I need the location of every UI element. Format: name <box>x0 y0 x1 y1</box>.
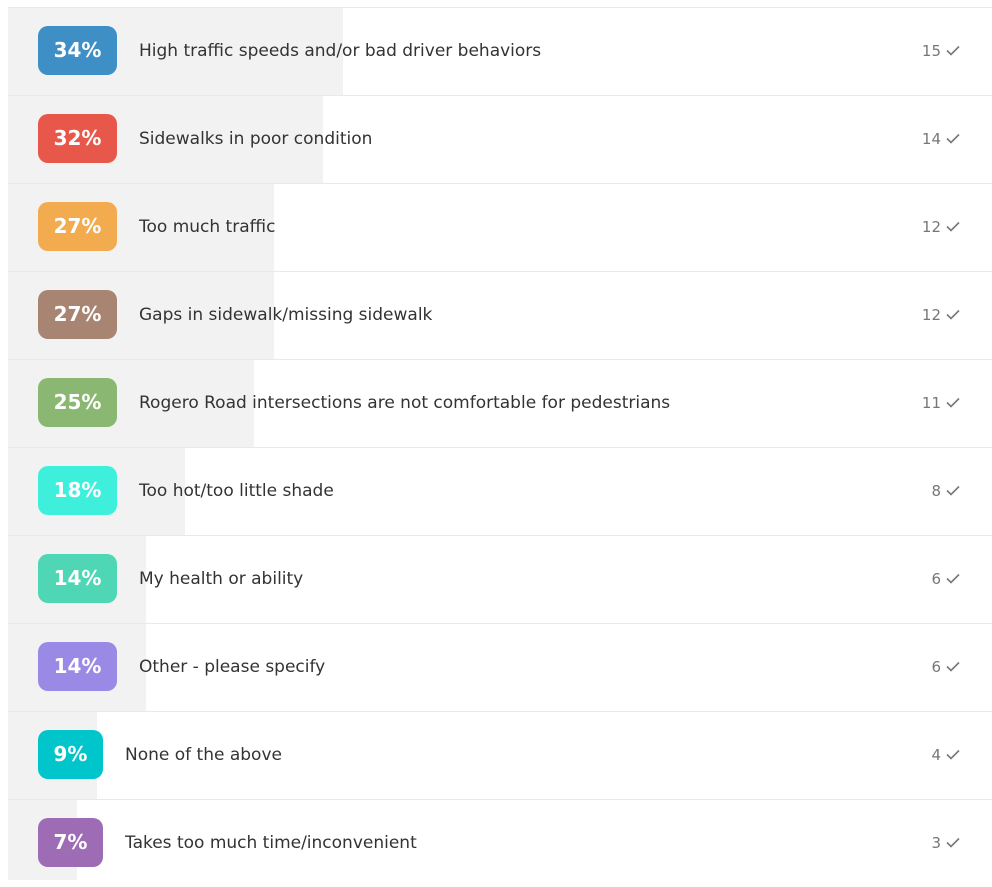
vote-count-wrap: 8 <box>931 448 960 535</box>
vote-count-wrap: 12 <box>922 272 960 359</box>
percent-badge: 34% <box>38 26 117 75</box>
check-icon <box>946 573 960 584</box>
percent-badge: 18% <box>38 466 117 515</box>
vote-count: 12 <box>921 306 941 324</box>
check-icon <box>946 45 960 56</box>
result-row[interactable]: 34% High traffic speeds and/or bad driver… <box>8 7 992 95</box>
option-label: Takes too much time/inconvenient <box>125 833 417 853</box>
vote-count: 8 <box>931 482 941 500</box>
percent-badge: 27% <box>38 290 117 339</box>
percent-badge: 7% <box>38 818 103 867</box>
result-row[interactable]: 27% Gaps in sidewalk/missing sidewalk 12 <box>8 271 992 359</box>
vote-count-wrap: 15 <box>922 8 960 95</box>
vote-count: 12 <box>921 218 941 236</box>
vote-count-wrap: 6 <box>931 536 960 623</box>
option-label: Sidewalks in poor condition <box>139 129 373 149</box>
result-row[interactable]: 9% None of the above 4 <box>8 711 992 799</box>
option-label: None of the above <box>125 745 282 765</box>
result-row[interactable]: 25% Rogero Road intersections are not com… <box>8 359 992 447</box>
check-icon <box>946 397 960 408</box>
percent-badge: 9% <box>38 730 103 779</box>
option-label: Too much traffic <box>139 217 276 237</box>
percent-badge: 14% <box>38 554 117 603</box>
option-label: My health or ability <box>139 569 304 589</box>
vote-count-wrap: 14 <box>922 96 960 183</box>
vote-count: 6 <box>931 570 941 588</box>
option-label: High traffic speeds and/or bad driver be… <box>139 41 542 61</box>
result-row[interactable]: 7% Takes too much time/inconvenient 3 <box>8 799 992 880</box>
vote-count: 15 <box>921 42 941 60</box>
vote-count: 11 <box>921 394 941 412</box>
vote-count: 4 <box>931 746 941 764</box>
check-icon <box>946 837 960 848</box>
vote-count-wrap: 3 <box>931 800 960 887</box>
option-label: Other - please specify <box>139 657 326 677</box>
result-row[interactable]: 14% My health or ability 6 <box>8 535 992 623</box>
result-row[interactable]: 27% Too much traffic 12 <box>8 183 992 271</box>
check-icon <box>946 661 960 672</box>
result-row[interactable]: 32% Sidewalks in poor condition 14 <box>8 95 992 183</box>
result-row[interactable]: 18% Too hot/too little shade 8 <box>8 447 992 535</box>
vote-count-wrap: 12 <box>922 184 960 271</box>
vote-count-wrap: 4 <box>931 712 960 799</box>
result-row[interactable]: 14% Other - please specify 6 <box>8 623 992 711</box>
vote-count: 3 <box>931 834 941 852</box>
vote-count: 6 <box>931 658 941 676</box>
vote-count: 14 <box>921 130 941 148</box>
check-icon <box>946 133 960 144</box>
percent-badge: 25% <box>38 378 117 427</box>
option-label: Gaps in sidewalk/missing sidewalk <box>139 305 433 325</box>
option-label: Too hot/too little shade <box>139 481 334 501</box>
poll-results: 34% High traffic speeds and/or bad driver… <box>0 0 992 884</box>
check-icon <box>946 749 960 760</box>
percent-badge: 32% <box>38 114 117 163</box>
vote-count-wrap: 11 <box>922 360 960 447</box>
percent-badge: 27% <box>38 202 117 251</box>
option-label: Rogero Road intersections are not comfor… <box>139 393 671 413</box>
percent-badge: 14% <box>38 642 117 691</box>
check-icon <box>946 221 960 232</box>
vote-count-wrap: 6 <box>931 624 960 711</box>
check-icon <box>946 309 960 320</box>
check-icon <box>946 485 960 496</box>
